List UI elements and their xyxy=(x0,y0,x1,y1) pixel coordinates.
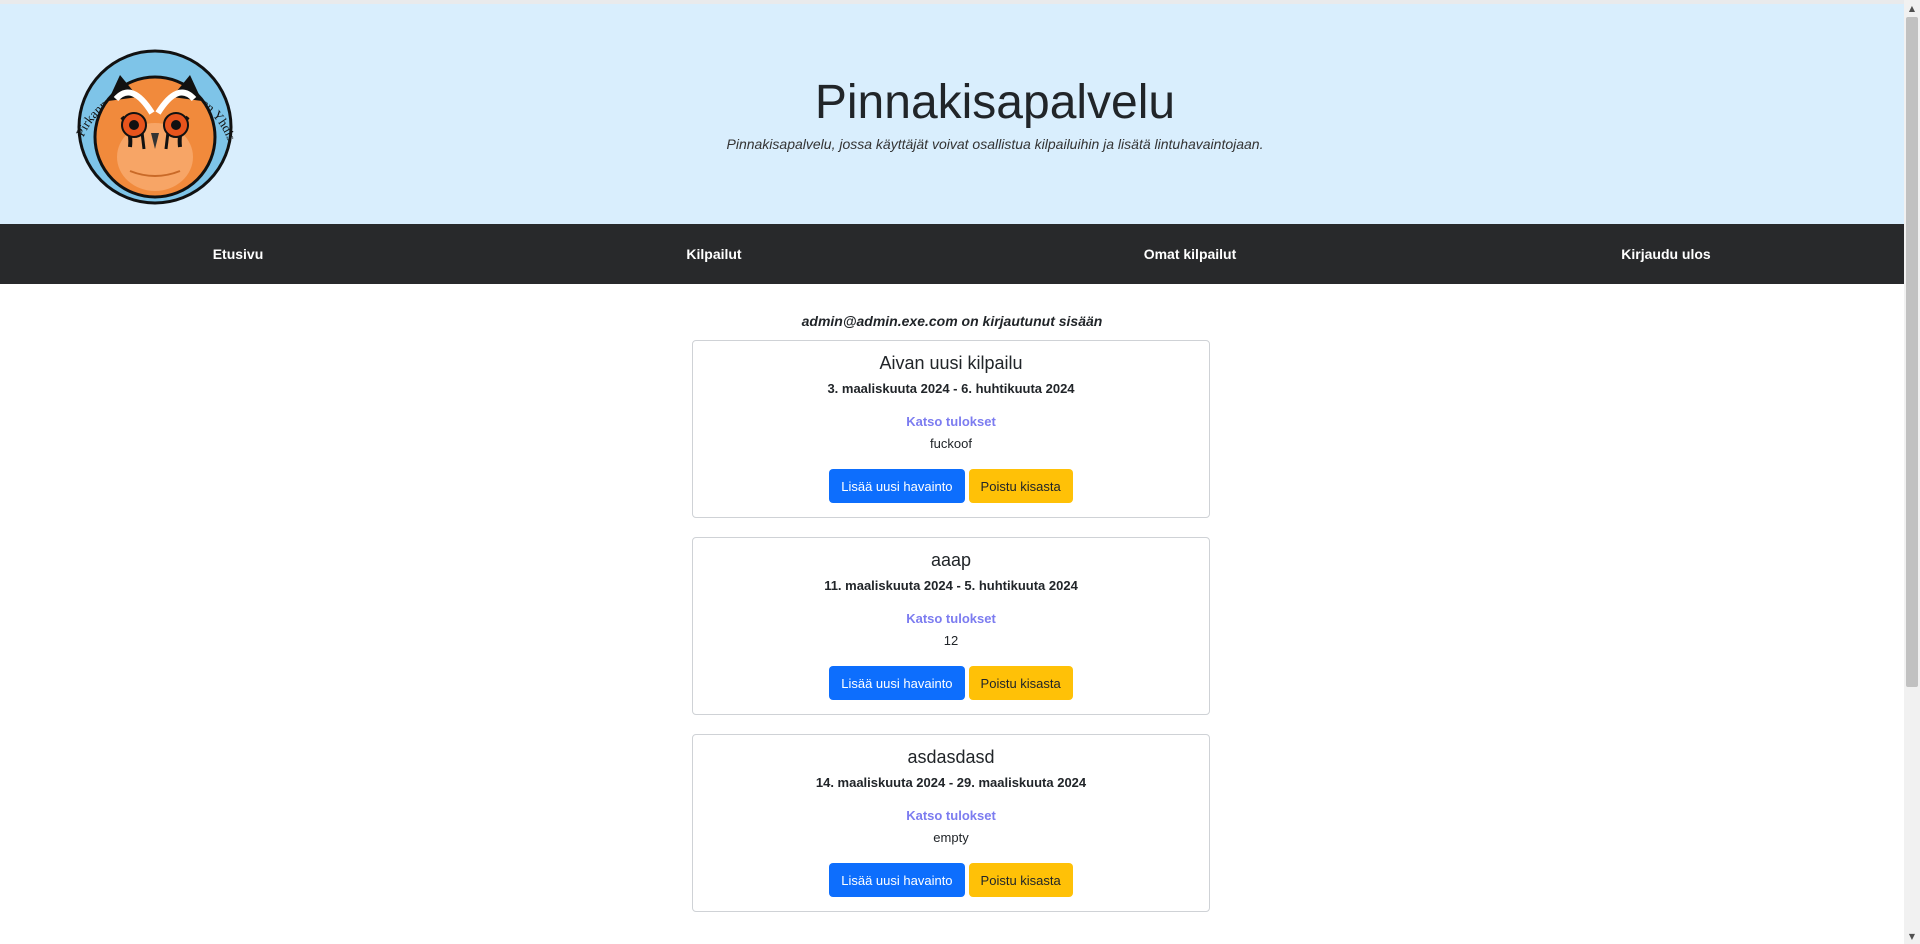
leave-competition-button[interactable]: Poistu kisasta xyxy=(968,666,1073,700)
view-results-link[interactable]: Katso tulokset xyxy=(906,414,996,429)
browser-viewport: Pirkanmaan Lintutieteellinen Yhdistys ry xyxy=(0,0,1920,944)
vertical-scrollbar[interactable]: ▲ ▼ xyxy=(1904,0,1920,944)
logged-in-status: admin@admin.exe.com on kirjautunut sisää… xyxy=(801,313,1103,329)
page-title: Pinnakisapalvelu xyxy=(814,76,1176,129)
scroll-up-arrow-icon[interactable]: ▲ xyxy=(1904,0,1920,16)
card-actions: Lisää uusi havainto Poistu kisasta xyxy=(693,863,1209,897)
scrollbar-thumb[interactable] xyxy=(1906,17,1918,687)
site-header: Pirkanmaan Lintutieteellinen Yhdistys ry xyxy=(0,4,1904,224)
competition-dates: 3. maaliskuuta 2024 - 6. huhtikuuta 2024 xyxy=(827,381,1075,396)
card-actions: Lisää uusi havainto Poistu kisasta xyxy=(693,469,1209,503)
leave-competition-button[interactable]: Poistu kisasta xyxy=(968,863,1073,897)
scroll-down-arrow-icon[interactable]: ▼ xyxy=(1904,928,1920,944)
add-observation-button[interactable]: Lisää uusi havainto xyxy=(829,666,965,700)
competition-note: fuckoof xyxy=(930,436,972,451)
page-subtitle: Pinnakisapalvelu, jossa käyttäjät voivat… xyxy=(726,136,1264,152)
nav-item-kilpailut[interactable]: Kilpailut xyxy=(476,224,952,284)
competition-dates: 14. maaliskuuta 2024 - 29. maaliskuuta 2… xyxy=(815,775,1087,790)
view-results-link[interactable]: Katso tulokset xyxy=(906,611,996,626)
competition-name: asdasdasd xyxy=(907,747,995,767)
add-observation-button[interactable]: Lisää uusi havainto xyxy=(829,469,965,503)
nav-item-kirjaudu-ulos[interactable]: Kirjaudu ulos xyxy=(1428,224,1904,284)
add-observation-button[interactable]: Lisää uusi havainto xyxy=(829,863,965,897)
nav-item-etusivu[interactable]: Etusivu xyxy=(0,224,476,284)
leave-competition-button[interactable]: Poistu kisasta xyxy=(968,469,1073,503)
competition-note: empty xyxy=(933,830,969,845)
main-navbar: Etusivu Kilpailut Omat kilpailut Kirjaud… xyxy=(0,224,1904,284)
competition-note: 12 xyxy=(943,633,959,648)
competition-name: Aivan uusi kilpailu xyxy=(879,353,1023,373)
view-results-link[interactable]: Katso tulokset xyxy=(906,808,996,823)
competition-dates: 11. maaliskuuta 2024 - 5. huhtikuuta 202… xyxy=(824,578,1078,593)
competition-card: asdasdasd 14. maaliskuuta 2024 - 29. maa… xyxy=(692,734,1210,912)
card-actions: Lisää uusi havainto Poistu kisasta xyxy=(693,666,1209,700)
competition-list: Aivan uusi kilpailu 3. maaliskuuta 2024 … xyxy=(692,340,1210,931)
competition-card: Aivan uusi kilpailu 3. maaliskuuta 2024 … xyxy=(692,340,1210,518)
competition-card: aaap 11. maaliskuuta 2024 - 5. huhtikuut… xyxy=(692,537,1210,715)
competition-name: aaap xyxy=(930,550,972,570)
nav-item-omat-kilpailut[interactable]: Omat kilpailut xyxy=(952,224,1428,284)
